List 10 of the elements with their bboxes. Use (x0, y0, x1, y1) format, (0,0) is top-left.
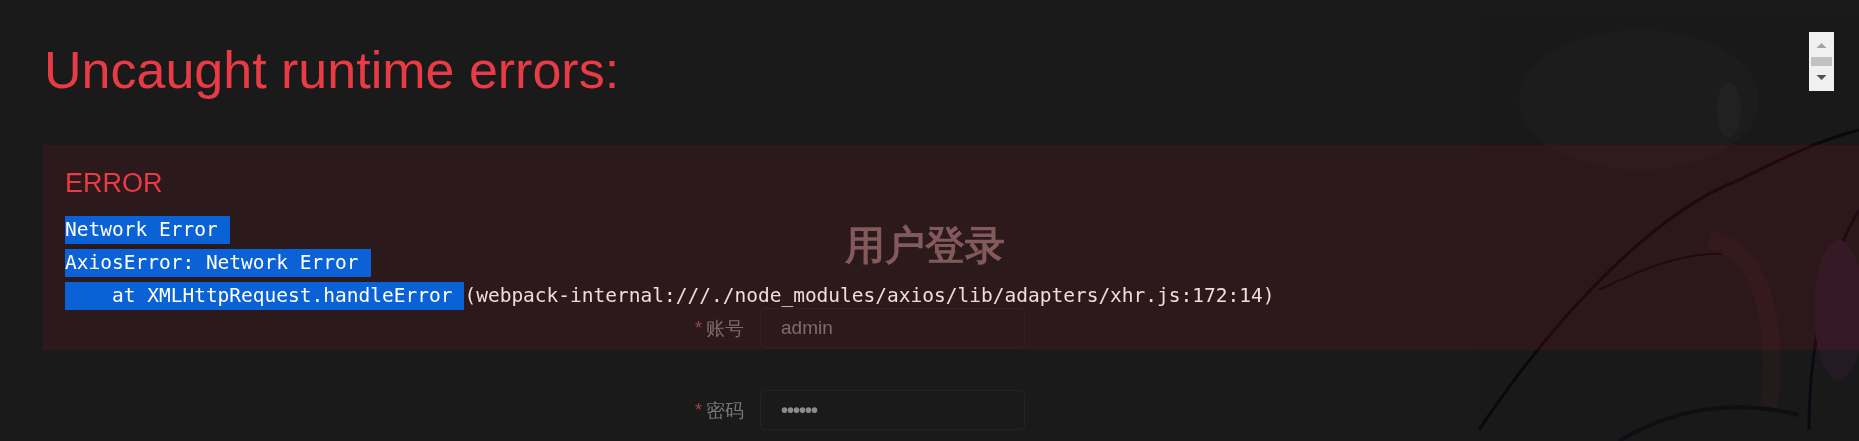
required-mark: * (695, 398, 702, 422)
error-label: ERROR (65, 167, 164, 199)
overlay-title: Uncaught runtime errors: (44, 40, 620, 100)
login-title: 用户登录 (844, 222, 1005, 268)
password-field[interactable]: •••••• (760, 390, 1025, 430)
field-label: 账号 (706, 315, 744, 341)
scrollbar[interactable] (1809, 32, 1834, 91)
field-label: 密码 (706, 397, 744, 423)
input-field[interactable]: admin (760, 308, 1025, 348)
required-mark: * (695, 316, 702, 340)
